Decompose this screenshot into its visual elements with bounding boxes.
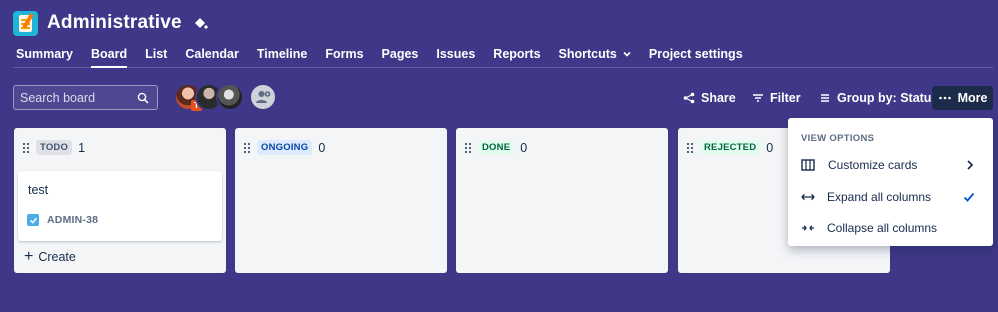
search-board[interactable] bbox=[13, 85, 158, 110]
search-icon[interactable] bbox=[137, 92, 149, 104]
chevron-down-icon bbox=[623, 51, 631, 57]
column-header: ONGOING 0 bbox=[243, 140, 325, 155]
filter-icon bbox=[753, 94, 763, 102]
issue-card[interactable]: test ADMIN-38 bbox=[18, 171, 222, 241]
status-lozenge: TODO bbox=[36, 140, 73, 155]
plus-icon: + bbox=[24, 248, 34, 265]
share-button[interactable]: Share bbox=[677, 86, 742, 110]
collapse-arrows-icon bbox=[801, 225, 815, 231]
column-count: 0 bbox=[766, 140, 774, 155]
status-lozenge: REJECTED bbox=[700, 140, 761, 155]
column-count: 0 bbox=[520, 140, 528, 155]
tab-list[interactable]: List bbox=[145, 47, 167, 61]
tab-reports[interactable]: Reports bbox=[493, 47, 540, 61]
board-column-done: DONE 0 bbox=[456, 128, 668, 273]
project-title: Administrative bbox=[47, 12, 182, 33]
board-column-todo: TODO 1 test ADMIN-38 + Create bbox=[14, 128, 226, 273]
column-header: REJECTED 0 bbox=[686, 140, 773, 155]
menu-section-title: VIEW OPTIONS bbox=[801, 133, 875, 144]
nav-divider bbox=[13, 67, 993, 68]
notepad-icon bbox=[13, 10, 38, 36]
view-options-menu: VIEW OPTIONS Customize cards Expand all … bbox=[788, 118, 993, 246]
columns-icon bbox=[801, 159, 815, 171]
card-title: test bbox=[28, 183, 49, 197]
chevron-right-icon bbox=[967, 160, 974, 170]
menu-item-expand-all[interactable]: Expand all columns bbox=[788, 182, 993, 212]
drag-handle-icon[interactable] bbox=[464, 142, 472, 154]
project-header: Administrative bbox=[13, 9, 208, 37]
menu-item-customize-cards[interactable]: Customize cards bbox=[788, 150, 993, 180]
drag-handle-icon[interactable] bbox=[686, 142, 694, 154]
tab-pages[interactable]: Pages bbox=[382, 47, 419, 61]
menu-item-label: Customize cards bbox=[828, 158, 918, 172]
column-header: DONE 0 bbox=[464, 140, 527, 155]
tab-shortcuts-label: Shortcuts bbox=[558, 47, 617, 61]
tab-summary[interactable]: Summary bbox=[16, 47, 73, 61]
tab-project-settings[interactable]: Project settings bbox=[649, 47, 743, 61]
drag-handle-icon[interactable] bbox=[22, 142, 30, 154]
tab-timeline[interactable]: Timeline bbox=[257, 47, 307, 61]
board-column-ongoing: ONGOING 0 bbox=[235, 128, 447, 273]
menu-item-label: Collapse all columns bbox=[827, 221, 938, 235]
more-dots-icon bbox=[938, 96, 951, 100]
column-count: 1 bbox=[78, 140, 86, 155]
tab-shortcuts[interactable]: Shortcuts bbox=[559, 47, 631, 61]
project-nav: Summary Board List Calendar Timeline For… bbox=[16, 44, 761, 68]
status-lozenge: DONE bbox=[478, 140, 515, 155]
add-person-icon bbox=[256, 91, 271, 103]
tab-forms[interactable]: Forms bbox=[325, 47, 363, 61]
menu-item-label: Expand all columns bbox=[827, 190, 932, 204]
menu-item-collapse-all[interactable]: Collapse all columns bbox=[788, 213, 993, 243]
checkmark-icon bbox=[963, 192, 975, 202]
column-header: TODO 1 bbox=[22, 140, 85, 155]
filter-label: Filter bbox=[770, 91, 801, 105]
filter-button[interactable]: Filter bbox=[746, 86, 807, 110]
paint-bucket-icon[interactable] bbox=[192, 15, 208, 31]
task-checkbox-icon bbox=[27, 214, 39, 226]
avatar[interactable] bbox=[216, 83, 244, 111]
tab-calendar[interactable]: Calendar bbox=[185, 47, 239, 61]
list-icon bbox=[821, 94, 829, 102]
create-button[interactable]: + Create bbox=[24, 248, 76, 265]
column-count: 0 bbox=[318, 140, 326, 155]
share-label: Share bbox=[701, 91, 736, 105]
share-icon bbox=[683, 92, 695, 104]
issue-key[interactable]: ADMIN-38 bbox=[47, 214, 98, 226]
avatar-group: T bbox=[174, 83, 277, 111]
group-by-label: Group by: Status bbox=[837, 91, 939, 105]
drag-handle-icon[interactable] bbox=[243, 142, 251, 154]
card-meta: ADMIN-38 bbox=[27, 214, 98, 226]
add-people-button[interactable] bbox=[249, 83, 277, 111]
group-by-button[interactable]: Group by: Status bbox=[813, 86, 944, 110]
status-lozenge: ONGOING bbox=[257, 140, 313, 155]
tab-board[interactable]: Board bbox=[90, 47, 128, 68]
more-label: More bbox=[957, 91, 988, 105]
more-button[interactable]: More bbox=[932, 86, 993, 110]
expand-arrows-icon bbox=[801, 193, 815, 201]
tab-issues[interactable]: Issues bbox=[436, 47, 475, 61]
create-label: Create bbox=[38, 250, 76, 264]
search-input[interactable] bbox=[20, 90, 130, 105]
